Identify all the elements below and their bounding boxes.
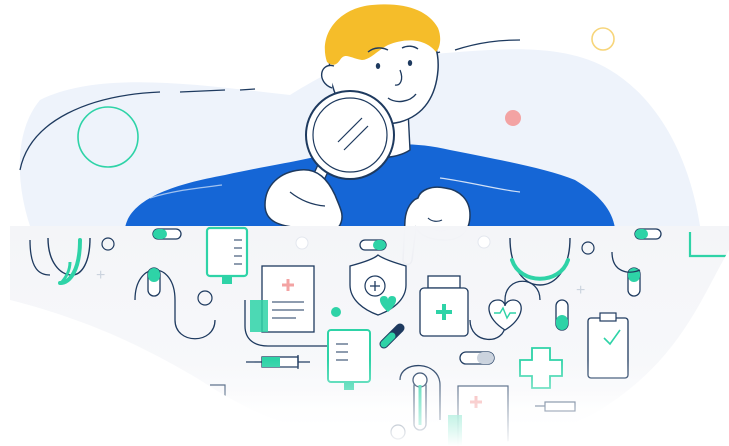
capsule-icon-2: [359, 239, 387, 251]
medical-search-illustration: + +: [0, 4, 729, 446]
decor-line-right: [454, 39, 521, 51]
plus-sign-2: +: [576, 282, 585, 299]
capsule-icon: [152, 228, 182, 240]
pill-icon: [147, 267, 161, 297]
magnifying-glass-icon: [305, 90, 395, 180]
person-eye-left: [375, 63, 381, 69]
yellow-ring: [591, 27, 615, 51]
dot-icon-2: [295, 236, 309, 250]
illustration-canvas: + +: [0, 0, 729, 446]
person-eye-right: [407, 60, 413, 66]
dot-icon: [477, 235, 491, 249]
half-dot-icon: [331, 307, 341, 317]
bottom-fade: [0, 360, 729, 446]
coral-dot: [505, 110, 521, 126]
decor-line-left-3: [239, 88, 256, 91]
capsule-icon-3: [634, 228, 662, 240]
capsule-fill: [556, 315, 568, 330]
plus-sign-1: +: [96, 267, 105, 284]
iv-bag-icon: [205, 226, 249, 284]
